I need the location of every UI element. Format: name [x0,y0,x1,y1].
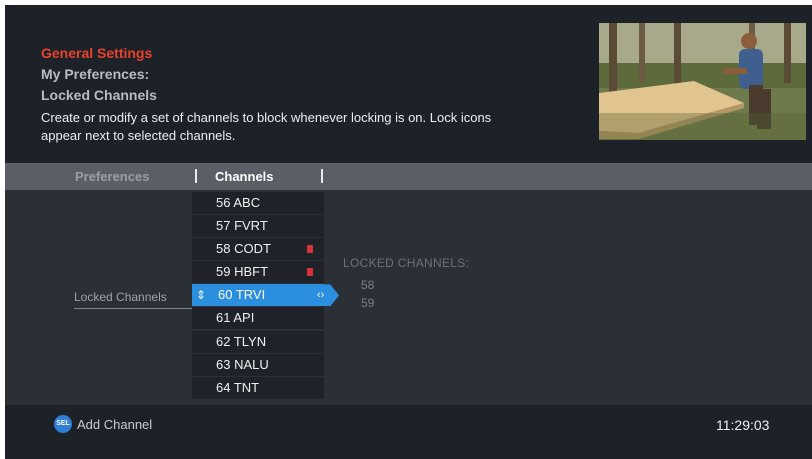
tab-preferences[interactable]: Preferences [75,163,149,190]
video-preview-image [599,23,806,140]
add-channel-button[interactable]: Add Channel [77,417,152,432]
updown-arrows-icon: ⇕ [196,288,207,303]
lock-icon [307,268,313,277]
channel-label: 63 NALU [216,356,269,372]
channel-row[interactable]: 57 FVRT [192,215,324,238]
header: General Settings My Preferences: Locked … [5,5,812,163]
channel-list: 56 ABC 57 FVRT 58 CODT 59 HBFT ⇕ 60 TRVI… [192,192,339,400]
tab-separator [321,169,323,183]
breadcrumb-general-settings: General Settings [41,45,153,61]
channel-label: 57 FVRT [216,218,268,234]
channel-label: 60 TRVI [218,287,266,303]
sel-button-icon: SEL [54,415,72,433]
locked-channel-item: 59 [361,296,375,310]
settings-screen: General Settings My Preferences: Locked … [5,5,812,459]
breadcrumb-my-preferences: My Preferences: [41,66,150,82]
locked-channels-field-label: Locked Channels [74,290,167,304]
channel-label: 58 CODT [216,241,271,257]
channel-label: 61 API [216,310,255,326]
tab-separator [195,169,197,183]
channel-row[interactable]: 63 NALU [192,353,324,376]
tab-bar: Preferences Channels [5,163,812,190]
channel-row[interactable]: 58 CODT [192,238,324,261]
clock: 11:29:03 [716,417,770,433]
locked-channel-item: 58 [361,278,375,292]
leftright-arrows-icon[interactable]: ‹› [317,284,339,307]
field-underline [74,308,192,309]
channel-row[interactable]: 61 API [192,307,324,330]
channel-row[interactable]: 62 TLYN [192,330,324,353]
channel-row[interactable]: 56 ABC [192,192,324,214]
tab-channels[interactable]: Channels [215,163,274,190]
channel-label: 59 HBFT [216,264,269,280]
video-preview [599,23,806,140]
locked-channels-title: LOCKED CHANNELS: [343,256,470,270]
channel-row[interactable]: 59 HBFT [192,261,324,284]
lock-icon [307,245,313,254]
channel-row-selected[interactable]: ⇕ 60 TRVI ‹› [192,284,339,307]
page-description: Create or modify a set of channels to bl… [41,110,492,143]
channel-label: 64 TNT [216,379,260,395]
content-area: Locked Channels 56 ABC 57 FVRT 58 CODT 5… [5,190,812,405]
channel-label: 62 TLYN [216,333,267,349]
channel-label: 56 ABC [216,195,261,210]
footer: SEL Add Channel 11:29:03 [5,405,812,459]
page-title: Locked Channels [41,87,157,103]
channel-row[interactable]: 64 TNT [192,376,324,399]
